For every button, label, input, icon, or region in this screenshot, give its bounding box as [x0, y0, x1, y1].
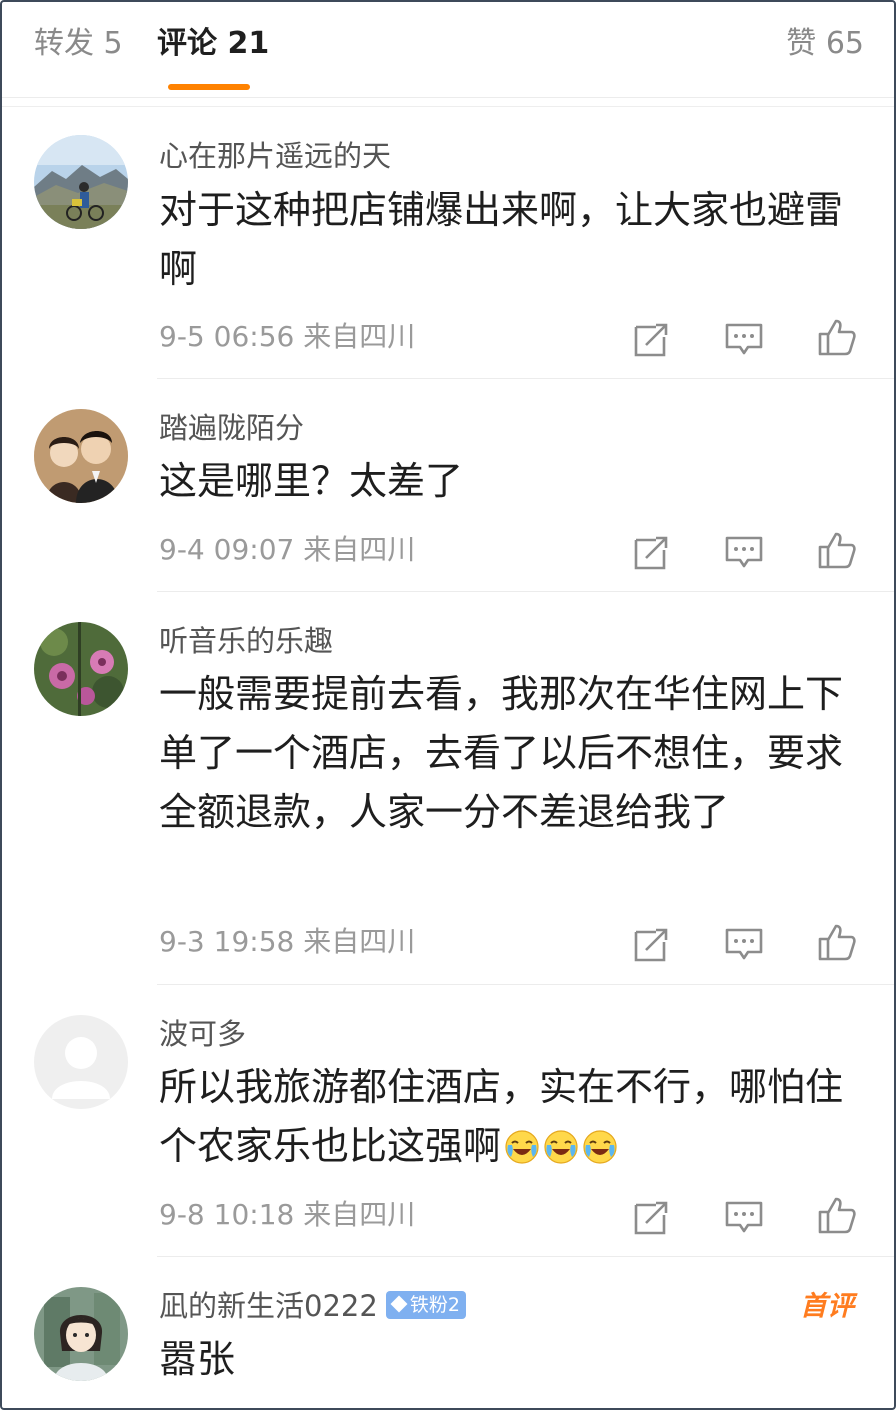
- avatar[interactable]: [34, 622, 128, 716]
- like-button[interactable]: [817, 317, 857, 357]
- tab-bar: 转发 5 评论 21 赞 65: [2, 2, 894, 98]
- location: 来自四川: [303, 320, 416, 353]
- comment-icon: [725, 323, 763, 355]
- tab-repost[interactable]: 转发 5: [34, 24, 123, 64]
- timestamp: 9-3 19:58: [159, 925, 295, 958]
- comment-text: 嚣张: [159, 1337, 236, 1381]
- share-button[interactable]: [632, 924, 672, 964]
- comment-text: 对于这种把店铺爆出来啊，让大家也避雷啊: [159, 188, 844, 291]
- timestamp: 9-8 10:18: [159, 1198, 295, 1231]
- username[interactable]: 踏遍陇陌分: [159, 409, 304, 447]
- diamond-icon: [390, 1295, 408, 1313]
- share-icon: [634, 928, 668, 962]
- share-button[interactable]: [632, 319, 672, 359]
- thumbs-up-icon: [818, 1197, 856, 1234]
- fan-badge[interactable]: 铁粉2: [385, 1291, 466, 1319]
- like-button[interactable]: [817, 530, 857, 570]
- comment-meta: 9-5 06:56 来自四川: [159, 319, 415, 355]
- tab-comments[interactable]: 评论 21: [157, 24, 269, 64]
- comment-text: 一般需要提前去看，我那次在华住网上下单了一个酒店，去看了以后不想住，要求全额退款…: [159, 672, 844, 834]
- username[interactable]: 听音乐的乐趣: [159, 622, 333, 660]
- comment-icon: [725, 928, 763, 960]
- comment-text-body: 所以我旅游都住酒店，实在不行，哪怕住个农家乐也比这强啊: [159, 1065, 844, 1168]
- laugh-cry-emoji: [544, 1129, 578, 1164]
- reply-button[interactable]: [724, 532, 764, 572]
- location: 来自四川: [303, 1198, 416, 1231]
- share-button[interactable]: [632, 532, 672, 572]
- comment-icon: [725, 1201, 763, 1233]
- comment-meta: 9-3 19:58 来自四川: [159, 924, 415, 960]
- comment-text: 这是哪里？太差了: [159, 459, 464, 503]
- comment-item: 听音乐的乐趣 一般需要提前去看，我那次在华住网上下单了一个酒店，去看了以后不想住…: [2, 592, 894, 985]
- share-icon: [634, 323, 668, 357]
- username: 凪的新生活0222 铁粉2: [159, 1287, 466, 1325]
- avatar[interactable]: [34, 1015, 128, 1109]
- laugh-cry-emoji: [505, 1129, 539, 1164]
- first-review-tag: 首评: [800, 1291, 854, 1322]
- avatar[interactable]: [34, 135, 128, 229]
- share-icon: [634, 1201, 668, 1235]
- laugh-cry-emoji: [583, 1129, 617, 1164]
- avatar[interactable]: [34, 1287, 128, 1381]
- comment-item: 凪的新生活0222 铁粉2 首评 嚣张: [2, 1257, 894, 1408]
- tab-likes[interactable]: 赞 65: [786, 24, 864, 64]
- comments-panel: 转发 5 评论 21 赞 65 心在那片遥远的天 对于这种把店铺爆出来啊，让大家…: [0, 0, 896, 1410]
- share-icon: [634, 536, 668, 570]
- comment-item: 波可多 所以我旅游都住酒店，实在不行，哪怕住个农家乐也比这强啊 9-8 10:1…: [2, 985, 894, 1257]
- timestamp: 9-5 06:56: [159, 320, 295, 353]
- comment-icon: [725, 536, 763, 568]
- comment-item: 心在那片遥远的天 对于这种把店铺爆出来啊，让大家也避雷啊 9-5 06:56 来…: [2, 107, 894, 379]
- thumbs-up-icon: [818, 532, 856, 569]
- comment-meta: 9-4 09:07 来自四川: [159, 532, 415, 568]
- comment-item: 踏遍陇陌分 这是哪里？太差了 9-4 09:07 来自四川: [2, 379, 894, 592]
- location: 来自四川: [303, 925, 416, 958]
- location: 来自四川: [303, 533, 416, 566]
- comment-text: 所以我旅游都住酒店，实在不行，哪怕住个农家乐也比这强啊: [159, 1058, 864, 1176]
- fan-badge-label: 铁粉2: [409, 1294, 460, 1316]
- reply-button[interactable]: [724, 319, 764, 359]
- comment-list: 心在那片遥远的天 对于这种把店铺爆出来啊，让大家也避雷啊 9-5 06:56 来…: [2, 106, 894, 1381]
- username[interactable]: 心在那片遥远的天: [159, 137, 391, 175]
- like-button[interactable]: [817, 1195, 857, 1235]
- reply-button[interactable]: [724, 1197, 764, 1237]
- active-tab-indicator: [168, 84, 250, 90]
- comment-meta: 9-8 10:18 来自四川: [159, 1197, 415, 1233]
- timestamp: 9-4 09:07: [159, 533, 295, 566]
- username[interactable]: 波可多: [159, 1015, 246, 1053]
- avatar[interactable]: [34, 409, 128, 503]
- share-button[interactable]: [632, 1197, 672, 1237]
- like-button[interactable]: [817, 922, 857, 962]
- thumbs-up-icon: [818, 924, 856, 961]
- thumbs-up-icon: [818, 319, 856, 356]
- username-text[interactable]: 凪的新生活0222: [159, 1289, 378, 1323]
- reply-button[interactable]: [724, 924, 764, 964]
